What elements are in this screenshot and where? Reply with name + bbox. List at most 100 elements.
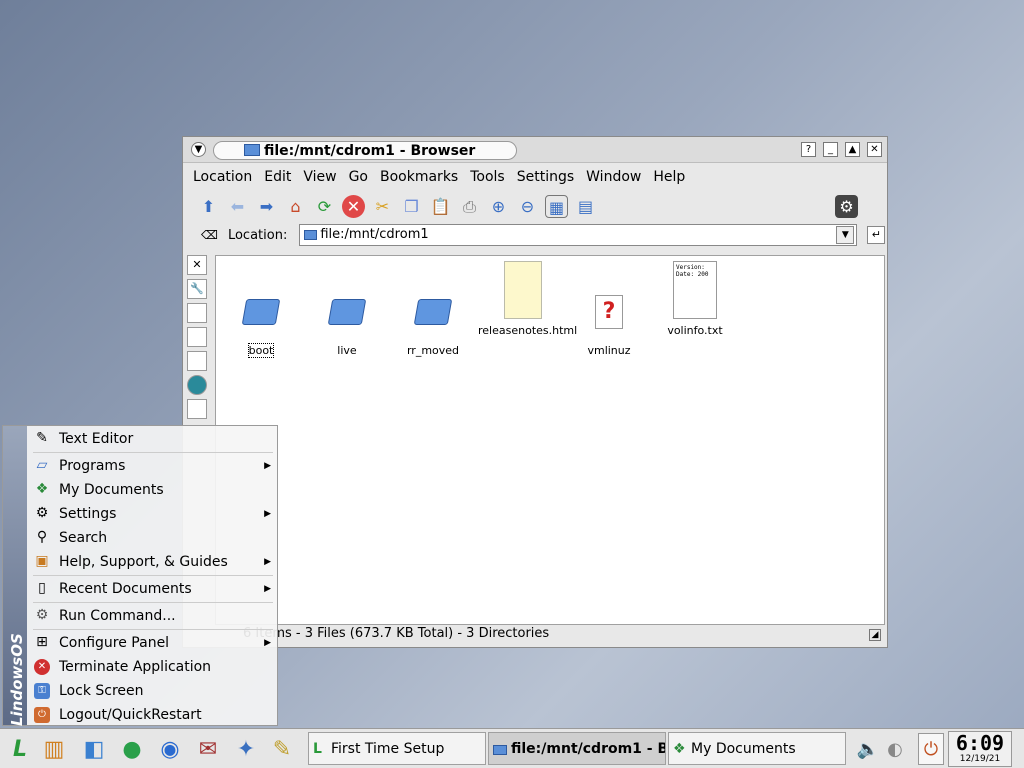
documents-icon: ❖ xyxy=(673,741,686,757)
menu-settings[interactable]: Settings xyxy=(517,169,574,185)
clear-location-icon[interactable]: ⌫ xyxy=(201,228,218,242)
copy-icon[interactable]: ❐ xyxy=(400,195,423,218)
menu-item-text-editor[interactable]: ✎ Text Editor xyxy=(29,428,275,450)
menu-item-logout[interactable]: ⏻ Logout/QuickRestart xyxy=(29,704,275,726)
tools-icon[interactable]: 🔧 xyxy=(187,279,207,299)
settings-icon: ⚙ xyxy=(35,505,49,521)
menu-help[interactable]: Help xyxy=(653,169,685,185)
tree-view-icon[interactable]: ▤ xyxy=(574,195,597,218)
file-item[interactable]: rr_moved xyxy=(388,284,478,357)
print-icon[interactable]: ⎙ xyxy=(458,195,481,218)
folder-icon xyxy=(244,144,260,156)
menu-location[interactable]: Location xyxy=(193,169,252,185)
reload-icon[interactable]: ⟳ xyxy=(313,195,336,218)
menu-item-lock-screen[interactable]: ⚿ Lock Screen xyxy=(29,680,275,702)
submenu-arrow-icon: ▶ xyxy=(264,638,271,648)
recent-icon: ▯ xyxy=(38,580,46,596)
location-dropdown-icon[interactable]: ▼ xyxy=(836,226,855,244)
menu-item-programs[interactable]: ▱ Programs ▶ xyxy=(29,455,275,477)
menu-item-help[interactable]: ▣ Help, Support, & Guides ▶ xyxy=(29,551,275,573)
submenu-arrow-icon: ▶ xyxy=(264,584,271,594)
stop-icon[interactable]: ✕ xyxy=(342,194,365,218)
folder-icon xyxy=(239,284,283,340)
search-icon: ⚲ xyxy=(36,529,48,545)
logout-icon[interactable]: ⏻ xyxy=(918,733,944,765)
page-icon[interactable] xyxy=(187,351,207,371)
toolbar: ⬆ ⬅ ➡ ⌂ ⟳ ✕ ✂ ❐ 📋 ⎙ ⊕ ⊖ ▦ ▤ ⚙ xyxy=(183,191,887,221)
help-icon: ▣ xyxy=(35,553,49,569)
task-first-time-setup[interactable]: L First Time Setup xyxy=(308,732,486,765)
menu-item-configure-panel[interactable]: ⊞ Configure Panel ▶ xyxy=(29,632,275,654)
help-button[interactable]: ? xyxy=(801,142,816,157)
text-editor-icon[interactable]: ✎ xyxy=(266,733,298,765)
user-icon[interactable]: ◐ xyxy=(882,733,908,765)
folder-icon xyxy=(493,745,507,755)
pencil-icon: ✎ xyxy=(36,430,48,446)
clock-time: 6:09 xyxy=(955,731,1005,755)
file-view[interactable]: boot live rr_moved releasenotes.html ? v… xyxy=(215,255,885,625)
page-icon[interactable] xyxy=(187,399,207,419)
menu-item-run-command[interactable]: ⚙ Run Command... xyxy=(29,605,275,627)
maximize-button[interactable]: ▲ xyxy=(845,142,860,157)
home-icon[interactable]: ⌂ xyxy=(284,195,307,218)
close-button[interactable]: ✕ xyxy=(867,142,882,157)
start-menu-banner: LindowsOS xyxy=(3,426,27,726)
menu-tools[interactable]: Tools xyxy=(470,169,505,185)
go-icon[interactable]: ↵ xyxy=(867,226,886,244)
browser-window: ▼ file:/mnt/cdrom1 - Browser ? _ ▲ ✕ Loc… xyxy=(182,136,888,648)
documents-icon: ❖ xyxy=(35,481,49,497)
run-icon: ⚙ xyxy=(35,607,49,623)
menu-item-recent-documents[interactable]: ▯ Recent Documents ▶ xyxy=(29,578,275,600)
click-n-run-icon[interactable]: ● xyxy=(116,733,148,765)
menu-go[interactable]: Go xyxy=(349,169,368,185)
file-manager-icon[interactable]: ◧ xyxy=(78,733,110,765)
programs-icon: ▱ xyxy=(36,457,48,473)
close-panel-icon[interactable]: ✕ xyxy=(187,255,207,275)
file-item[interactable]: ? vmlinuz xyxy=(564,284,654,357)
globe-icon[interactable] xyxy=(187,375,207,395)
page-icon[interactable] xyxy=(187,303,207,323)
minimize-button[interactable]: _ xyxy=(823,142,838,157)
icon-view-icon[interactable]: ▦ xyxy=(545,194,568,218)
file-item[interactable]: boot xyxy=(216,284,306,358)
html-file-icon xyxy=(501,260,545,320)
zoom-in-icon[interactable]: ⊕ xyxy=(487,195,510,218)
menu-item-settings[interactable]: ⚙ Settings ▶ xyxy=(29,503,275,525)
menu-item-terminate-application[interactable]: ✕ Terminate Application xyxy=(29,656,275,678)
run-icon[interactable]: ✦ xyxy=(230,733,262,765)
menu-window[interactable]: Window xyxy=(586,169,641,185)
menu-edit[interactable]: Edit xyxy=(264,169,291,185)
resize-grip-icon[interactable]: ◢ xyxy=(869,629,881,641)
package-icon[interactable]: ▥ xyxy=(38,733,70,765)
menu-view[interactable]: View xyxy=(303,169,336,185)
window-menu-button[interactable]: ▼ xyxy=(191,142,206,157)
location-input[interactable]: file:/mnt/cdrom1 ▼ xyxy=(299,224,858,246)
email-icon[interactable]: ✉ xyxy=(192,733,224,765)
clock[interactable]: 6:09 12/19/21 xyxy=(948,731,1012,767)
paste-icon[interactable]: 📋 xyxy=(429,195,452,218)
task-my-documents[interactable]: ❖ My Documents xyxy=(668,732,846,765)
back-icon[interactable]: ⬅ xyxy=(226,195,249,218)
gear-icon[interactable]: ⚙ xyxy=(835,194,858,218)
up-icon[interactable]: ⬆ xyxy=(197,195,220,218)
forward-icon[interactable]: ➡ xyxy=(255,195,278,218)
page-icon[interactable] xyxy=(187,327,207,347)
menu-item-my-documents[interactable]: ❖ My Documents xyxy=(29,479,275,501)
volume-icon[interactable]: 🔈 xyxy=(856,733,880,765)
folder-icon xyxy=(325,284,369,340)
menu-bookmarks[interactable]: Bookmarks xyxy=(380,169,458,185)
clock-date: 12/19/21 xyxy=(959,754,1001,764)
file-item[interactable]: Version: Date: 200 volinfo.txt xyxy=(650,260,740,337)
web-browser-icon[interactable]: ◉ xyxy=(154,733,186,765)
taskbar: L ▥ ◧ ● ◉ ✉ ✦ ✎ L First Time Setup file:… xyxy=(0,728,1024,768)
file-item[interactable]: live xyxy=(302,284,392,357)
file-item[interactable]: releasenotes.html xyxy=(478,260,577,337)
start-button[interactable]: L xyxy=(4,733,36,765)
menu-item-search[interactable]: ⚲ Search xyxy=(29,527,275,549)
window-titlebar[interactable]: ▼ file:/mnt/cdrom1 - Browser ? _ ▲ ✕ xyxy=(183,137,887,163)
zoom-out-icon[interactable]: ⊖ xyxy=(516,195,539,218)
location-bar: ⌫ Location: file:/mnt/cdrom1 ▼ ↵ xyxy=(183,221,887,249)
cut-icon[interactable]: ✂ xyxy=(371,195,394,218)
submenu-arrow-icon: ▶ xyxy=(264,509,271,519)
task-browser[interactable]: file:/mnt/cdrom1 - Browser xyxy=(488,732,666,765)
